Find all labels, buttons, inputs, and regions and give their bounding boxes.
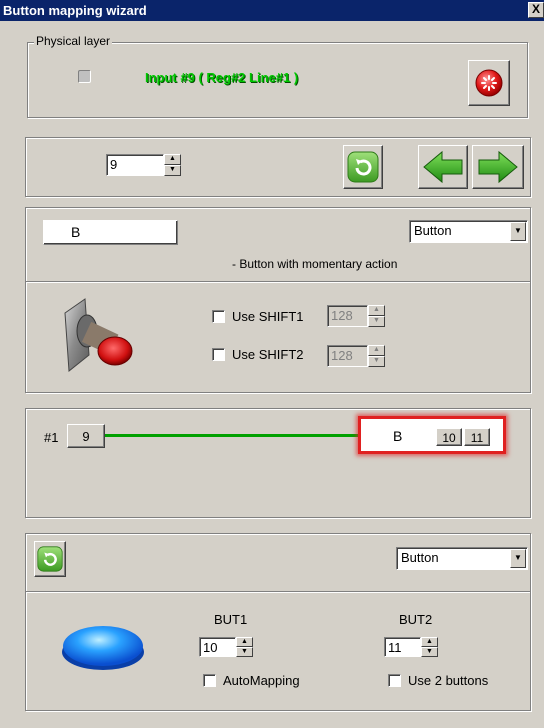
mapping-description: - Button with momentary action: [232, 257, 398, 271]
key-value-field[interactable]: B: [43, 220, 178, 245]
use-shift2-checkbox[interactable]: [212, 348, 225, 361]
but2-stepper[interactable]: ▲ ▼: [421, 637, 438, 657]
stepper-down-icon[interactable]: ▼: [421, 647, 438, 657]
shift2-value-field[interactable]: 128: [327, 345, 368, 367]
close-button[interactable]: X: [528, 2, 544, 18]
connection-source-value: 9: [82, 429, 90, 444]
arrow-left-icon: [423, 150, 463, 184]
connection-target-b[interactable]: 11: [464, 428, 490, 446]
stepper-up-icon[interactable]: ▲: [368, 305, 385, 316]
stepper-down-icon[interactable]: ▼: [368, 356, 385, 367]
use-shift1-label: Use SHIFT1: [232, 309, 304, 324]
previous-button[interactable]: [418, 145, 468, 189]
logical-type-select[interactable]: Button ▼: [396, 547, 528, 570]
refresh-icon: [37, 546, 63, 572]
key-value-text: B: [71, 224, 81, 240]
refresh-button[interactable]: [343, 145, 383, 189]
but1-value-field[interactable]: 10: [199, 637, 236, 657]
connection-target[interactable]: B 10 11: [358, 416, 506, 454]
but2-label: BUT2: [399, 612, 433, 627]
mapping-type-value: Button: [414, 223, 452, 238]
stepper-down-icon[interactable]: ▼: [164, 165, 181, 176]
use-2-buttons-label: Use 2 buttons: [408, 673, 489, 688]
stepper-up-icon[interactable]: ▲: [368, 345, 385, 356]
logical-type-value: Button: [401, 550, 439, 565]
connection-source-box[interactable]: 9: [67, 424, 105, 448]
logical-refresh-button[interactable]: [34, 541, 66, 577]
use-shift2-label: Use SHIFT2: [232, 347, 304, 362]
chevron-down-icon[interactable]: ▼: [510, 549, 526, 568]
shift2-stepper[interactable]: ▲ ▼: [368, 345, 385, 367]
logical-divider: [26, 591, 530, 593]
stepper-up-icon[interactable]: ▲: [164, 154, 181, 165]
stepper-down-icon[interactable]: ▼: [236, 647, 253, 657]
reset-input-button[interactable]: [468, 60, 510, 106]
input-status-text: Input #9 ( Reg#2 Line#1 ): [145, 70, 299, 85]
push-button-hardware-icon: [64, 298, 133, 372]
window-title: Button mapping wizard: [3, 3, 147, 18]
but1-stepper[interactable]: ▲ ▼: [236, 637, 253, 657]
stepper-down-icon[interactable]: ▼: [368, 316, 385, 327]
window-titlebar: Button mapping wizard X: [0, 0, 544, 21]
connection-target-a[interactable]: 10: [436, 428, 462, 446]
stepper-up-icon[interactable]: ▲: [421, 637, 438, 647]
connection-row-label: #1: [44, 430, 59, 445]
but2-value-field[interactable]: 11: [384, 637, 421, 657]
arrow-right-icon: [478, 150, 518, 184]
blue-button-icon: [62, 626, 144, 670]
use-shift1-checkbox[interactable]: [212, 310, 225, 323]
connection-target-key: B: [393, 428, 403, 444]
use-2-buttons-checkbox[interactable]: [388, 674, 401, 687]
stepper-up-icon[interactable]: ▲: [236, 637, 253, 647]
shift1-value-field[interactable]: 128: [327, 305, 368, 327]
mapping-divider: [26, 281, 530, 283]
connection-line: [105, 434, 361, 437]
red-stop-icon: [475, 69, 503, 97]
refresh-icon: [347, 151, 379, 183]
shift1-stepper[interactable]: ▲ ▼: [368, 305, 385, 327]
but1-label: BUT1: [214, 612, 248, 627]
mapping-type-select[interactable]: Button ▼: [409, 220, 528, 243]
physical-layer-legend: Physical layer: [34, 34, 113, 48]
input-index-field[interactable]: 9: [106, 154, 164, 176]
input-index-stepper[interactable]: ▲ ▼: [164, 154, 181, 176]
input-state-indicator: [78, 70, 91, 83]
next-button[interactable]: [472, 145, 524, 189]
automapping-label: AutoMapping: [223, 673, 300, 688]
close-icon: X: [531, 2, 540, 16]
automapping-checkbox[interactable]: [203, 674, 216, 687]
chevron-down-icon[interactable]: ▼: [510, 222, 526, 241]
